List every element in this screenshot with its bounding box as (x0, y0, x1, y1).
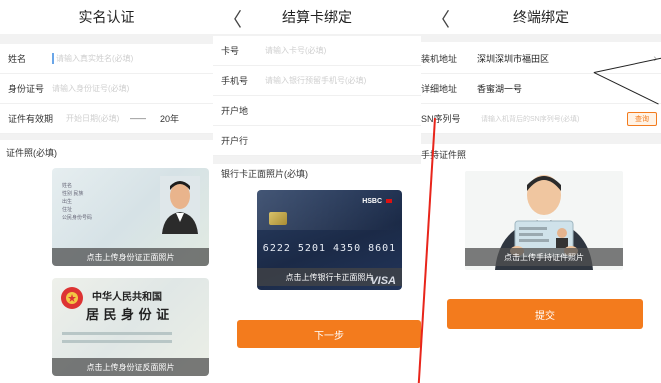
phone-row[interactable]: 手机号 请输入银行预留手机号(必填) (213, 66, 421, 96)
divider (421, 34, 661, 42)
region-label: 开户地 (221, 106, 249, 116)
id-front-caption: 点击上传身份证正面照片 (52, 248, 209, 266)
back-arrow-icon[interactable]: 〈 (431, 5, 450, 32)
id-front-line: 姓名 (62, 183, 73, 189)
submit-button[interactable]: 提交 (447, 299, 643, 329)
query-button[interactable]: 查询 (627, 111, 657, 126)
hsbc-logo-icon (386, 199, 392, 203)
page-title: 实名认证 (78, 9, 135, 25)
id-back-upload[interactable]: 中华人民共和国 居 民 身 份 证 点击上传身份证反面照片 (52, 278, 209, 376)
id-front-line: 性别 民族 (62, 191, 84, 197)
validity-label: 证件有效期 (8, 114, 54, 124)
name-row[interactable]: 姓名 请输入真实姓名(必填) (0, 44, 213, 74)
handheld-photo-upload[interactable]: 点击上传手持证件照片 (465, 171, 623, 270)
id-front-text: 姓名 性别 民族 出生 住址 公民身份号码 (62, 182, 150, 222)
nav-bar: 实名认证 (0, 0, 213, 34)
divider (213, 156, 421, 164)
bank-card-upload[interactable]: HSBC 6222 5201 4350 8601 VISA 点击上传银行卡正面照… (257, 190, 402, 290)
page-title: 结算卡绑定 (282, 9, 352, 25)
name-input[interactable]: 请输入真实姓名(必填) (56, 53, 213, 64)
card-number-display: 6222 5201 4350 8601 (262, 243, 397, 254)
national-emblem-icon (61, 287, 83, 309)
install-address-label: 装机地址 (421, 54, 458, 64)
detail-address-label: 详细地址 (421, 84, 458, 94)
bank-row[interactable]: 开户行 (213, 126, 421, 156)
bank-brand: HSBC (362, 198, 392, 205)
card-number-label: 卡号 (221, 46, 240, 56)
id-back-line (62, 340, 172, 343)
id-back-subtitle: 居 民 身 份 证 (86, 308, 170, 323)
settlement-card-screen: 〈 结算卡绑定 卡号 请输入卡号(必填) 手机号 请输入银行预留手机号(必填) … (213, 0, 421, 383)
card-photo-title: 银行卡正面照片(必填) (221, 169, 308, 179)
id-photo-title: 证件照(必填) (6, 148, 57, 158)
id-front-line: 公民身份号码 (62, 215, 93, 221)
sn-row[interactable]: SN序列号 请输入机背后的SN序列号(必填) 查询 (421, 104, 661, 134)
validity-separator: —— (130, 114, 146, 123)
sn-label: SN序列号 (421, 114, 461, 124)
validity-row[interactable]: 证件有效期 开始日期(必填) —— 20年 (0, 104, 213, 134)
validity-start-input[interactable]: 开始日期(必填) (66, 113, 126, 124)
portrait-icon (160, 176, 200, 234)
nav-bar: 〈 结算卡绑定 (213, 0, 421, 34)
divider (421, 134, 661, 144)
card-number-row[interactable]: 卡号 请输入卡号(必填) (213, 36, 421, 66)
nav-bar: 〈 终端绑定 (421, 0, 661, 34)
id-number-row[interactable]: 身份证号 请输入身份证号(必填) (0, 74, 213, 104)
id-back-title: 中华人民共和国 (92, 292, 162, 303)
id-number-label: 身份证号 (8, 84, 45, 94)
card-number-input[interactable]: 请输入卡号(必填) (265, 45, 421, 56)
id-front-upload[interactable]: 姓名 性别 民族 出生 住址 公民身份号码 点击上传身份证正面照片 (52, 168, 209, 266)
phone-input[interactable]: 请输入银行预留手机号(必填) (265, 75, 421, 86)
validity-end-input[interactable]: 20年 (160, 112, 179, 125)
real-name-auth-screen: 实名认证 姓名 请输入真实姓名(必填) 身份证号 请输入身份证号(必填) 证件有… (0, 0, 213, 383)
detail-address-row[interactable]: 详细地址 香蜜湖一号 (421, 74, 661, 104)
bank-brand-text: HSBC (362, 198, 383, 205)
install-address-value[interactable]: 深圳深圳市福田区 (477, 52, 653, 65)
handheld-photo-caption: 点击上传手持证件照片 (465, 248, 623, 266)
handheld-photo-title: 手持证件照 (421, 150, 467, 160)
id-front-line: 出生 (62, 199, 73, 205)
divider (0, 34, 213, 44)
detail-address-input[interactable]: 香蜜湖一号 (477, 82, 661, 95)
install-address-row[interactable]: 装机地址 深圳深圳市福田区 › (421, 44, 661, 74)
region-row[interactable]: 开户地 (213, 96, 421, 126)
sn-input[interactable]: 请输入机背后的SN序列号(必填) (481, 114, 627, 124)
phone-label: 手机号 (221, 76, 249, 86)
name-label: 姓名 (8, 54, 27, 64)
terminal-binding-screen: 〈 终端绑定 装机地址 深圳深圳市福田区 › 详细地址 香蜜湖一号 SN序列号 … (421, 0, 661, 383)
next-button[interactable]: 下一步 (237, 320, 421, 348)
id-front-line: 住址 (62, 207, 73, 213)
divider (0, 134, 213, 140)
chip-icon (269, 212, 287, 225)
visa-logo: VISA (370, 275, 396, 287)
id-back-caption: 点击上传身份证反面照片 (52, 358, 209, 376)
back-arrow-icon[interactable]: 〈 (223, 5, 242, 32)
text-cursor (52, 53, 54, 64)
id-back-line (62, 332, 172, 335)
page-title: 终端绑定 (513, 9, 569, 25)
id-number-input[interactable]: 请输入身份证号(必填) (52, 83, 213, 94)
bank-label: 开户行 (221, 136, 249, 146)
